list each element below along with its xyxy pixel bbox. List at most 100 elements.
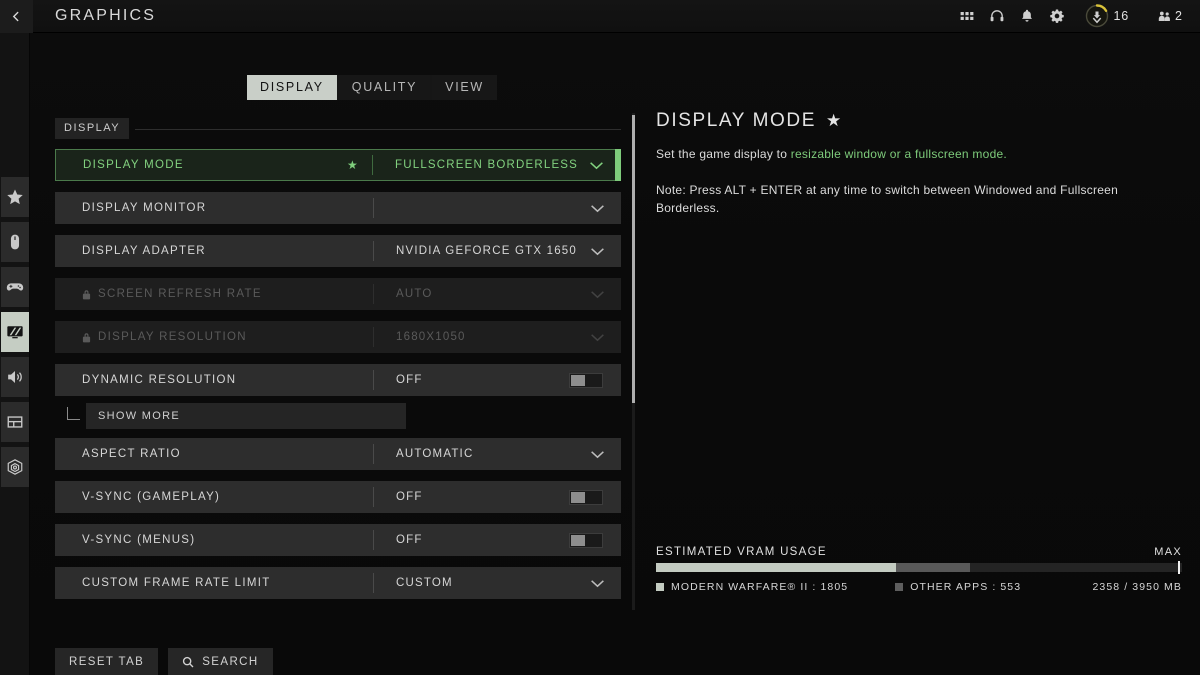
setting-row-display-adapter[interactable]: DISPLAY ADAPTER NVIDIA GEFORCE GTX 1650 [55,235,621,267]
layout-icon [7,416,22,428]
setting-value: NVIDIA GEFORCE GTX 1650 [396,245,577,257]
rank-badge-icon [1084,3,1110,29]
monitor-icon [6,326,23,339]
top-bar: GRAPHICS 16 2 [0,0,1200,33]
setting-row-dynamic-resolution[interactable]: DYNAMIC RESOLUTION OFF [55,364,621,396]
setting-row-custom-frame-rate-limit[interactable]: CUSTOM FRAME RATE LIMIT CUSTOM [55,567,621,599]
setting-name: V-SYNC (GAMEPLAY) [82,491,221,503]
sidebar-item-account[interactable] [0,447,29,487]
setting-name: DISPLAY MONITOR [82,202,207,214]
vram-max-marker [1177,561,1180,574]
rank-indicator[interactable]: 16 [1078,3,1136,29]
sidebar-item-audio[interactable] [0,357,29,397]
setting-value: AUTO [396,288,433,300]
detail-panel: DISPLAY MODE ★ Set the game display to r… [656,110,1182,217]
section-header-display: DISPLAY [55,118,621,141]
legend-label: MODERN WARFARE® II : 1805 [671,581,849,593]
notifications-button[interactable] [1012,0,1042,33]
squad-icon [1158,11,1170,21]
setting-name: DYNAMIC RESOLUTION [82,374,237,386]
setting-name: DISPLAY ADAPTER [82,245,206,257]
vram-max-label: MAX [1154,546,1182,558]
setting-row-display-mode[interactable]: DISPLAY MODE ★ FULLSCREEN BORDERLESS [55,149,621,181]
graphics-settings-screen: GRAPHICS 16 2 DISPLAY QUALITY VIEW DISPL… [0,0,1200,675]
search-button[interactable]: SEARCH [168,648,273,675]
dropdown-button[interactable] [590,204,621,213]
tab-quality[interactable]: QUALITY [338,75,431,100]
setting-value: FULLSCREEN BORDERLESS [395,159,579,171]
settings-scrollbar[interactable] [632,113,635,610]
vram-legend: MODERN WARFARE® II : 1805 OTHER APPS : 5… [656,581,1182,593]
sidebar-item-favorites[interactable] [0,177,29,217]
setting-name: DISPLAY RESOLUTION [55,331,373,343]
favorite-star-icon[interactable]: ★ [347,158,372,172]
show-more-label[interactable]: SHOW MORE [86,403,406,429]
squad-indicator[interactable]: 2 [1157,9,1190,24]
vram-total: 2358 / 3950 MB [1092,581,1182,593]
toggle-switch[interactable] [569,489,603,505]
sidebar-item-controller[interactable] [0,267,29,307]
back-button[interactable] [0,0,33,33]
setting-row-display-monitor[interactable]: DISPLAY MONITOR [55,192,621,224]
vram-segment-other [896,563,970,572]
detail-description-highlight: resizable window or a fullscreen mode. [790,147,1008,161]
sidebar-item-graphics[interactable] [0,312,29,352]
tab-display[interactable]: DISPLAY [247,75,337,100]
chevron-down-icon [591,579,604,587]
setting-value: CUSTOM [396,577,453,589]
reset-tab-button[interactable]: RESET TAB [55,648,159,675]
chevron-down-icon [591,450,604,458]
left-sidebar [0,33,30,675]
sidebar-item-interface[interactable] [0,402,29,442]
chevron-down-icon [591,290,604,298]
vram-legend-item-other: OTHER APPS : 553 [895,581,1021,593]
headset-button[interactable] [982,0,1012,33]
vram-label: ESTIMATED VRAM USAGE [656,546,827,558]
vram-header: ESTIMATED VRAM USAGE MAX [656,546,1182,558]
scrollbar-thumb[interactable] [632,115,635,403]
setting-value: OFF [396,534,423,546]
dropdown-button [590,290,621,299]
setting-row-vsync-menus[interactable]: V-SYNC (MENUS) OFF [55,524,621,556]
legend-swatch [895,583,904,591]
detail-note: Note: Press ALT + ENTER at any time to s… [656,183,1119,215]
chevron-left-icon [12,11,19,21]
gear-icon [1049,9,1064,23]
lock-icon [82,332,91,343]
vram-usage-panel: ESTIMATED VRAM USAGE MAX MODERN WARFARE®… [656,546,1182,593]
setting-row-aspect-ratio[interactable]: ASPECT RATIO AUTOMATIC [55,438,621,470]
headset-icon [990,10,1003,22]
tab-bar: DISPLAY QUALITY VIEW [247,75,497,100]
legend-label: OTHER APPS : 553 [910,581,1022,593]
toggle-switch[interactable] [569,372,603,388]
detail-description: Set the game display to resizable window… [656,145,1182,163]
selection-accent-bar [615,149,621,181]
top-right-icons: 16 2 [952,0,1200,33]
setting-value: AUTOMATIC [396,448,474,460]
footer-actions: RESET TAB SEARCH [55,648,273,675]
speaker-icon [7,371,22,383]
grid-menu-icon [960,12,973,20]
setting-name: DISPLAY MODE ★ [56,158,372,172]
grid-menu-button[interactable] [952,0,982,33]
reset-tab-label: RESET TAB [69,656,145,668]
setting-name: ASPECT RATIO [82,448,181,460]
legend-swatch [656,583,664,591]
tab-view[interactable]: VIEW [432,75,497,100]
settings-button[interactable] [1042,0,1072,33]
show-more-row[interactable]: SHOW MORE [55,403,621,429]
dropdown-button[interactable] [590,450,621,459]
vram-segment-game [656,563,897,572]
dropdown-button[interactable] [590,247,621,256]
search-label: SEARCH [202,656,259,668]
gamepad-icon [6,283,23,291]
toggle-knob [571,374,585,386]
setting-row-screen-refresh-rate: SCREEN REFRESH RATE AUTO [55,278,621,310]
squad-count: 2 [1175,9,1182,23]
dropdown-button[interactable] [590,579,621,588]
toggle-knob [571,491,585,503]
rank-level: 16 [1113,9,1130,23]
setting-row-vsync-gameplay[interactable]: V-SYNC (GAMEPLAY) OFF [55,481,621,513]
sidebar-item-mouse[interactable] [0,222,29,262]
toggle-switch[interactable] [569,532,603,548]
